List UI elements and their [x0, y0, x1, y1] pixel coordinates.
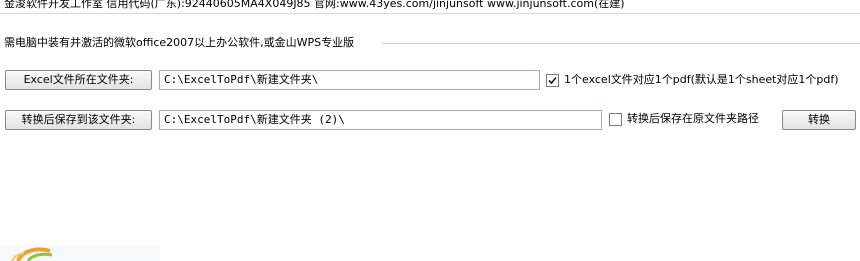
one-pdf-per-excel-label: 1个excel文件对应1个pdf(默认是1个sheet对应1个pdf) — [564, 73, 839, 86]
save-to-original-folder-label: 转换后保存在原文件夹路径 — [627, 112, 759, 125]
convert-button[interactable]: 转换 — [782, 110, 856, 130]
group-divider — [382, 43, 860, 44]
one-pdf-per-excel-checkbox[interactable] — [546, 74, 559, 87]
save-to-original-folder-checkbox[interactable] — [609, 113, 622, 126]
check-icon — [548, 76, 557, 85]
source-folder-input[interactable]: C:\ExcelToPdf\新建文件夹\ — [159, 70, 540, 90]
header-info-text: 金浚软件开发工作室 信用代码(广东):92440605MA4X049J85 官网… — [4, 0, 625, 10]
select-source-folder-button[interactable]: Excel文件所在文件夹: — [5, 70, 152, 90]
header-divider — [0, 13, 860, 14]
select-output-folder-button[interactable]: 转换后保存到该文件夹: — [5, 110, 152, 130]
output-folder-input[interactable]: C:\ExcelToPdf\新建文件夹 (2)\ — [159, 110, 602, 130]
group-title: 需电脑中装有并激活的微软office2007以上办公软件,或金山WPS专业版 — [4, 36, 355, 49]
logo-swirl-icon — [0, 245, 160, 261]
